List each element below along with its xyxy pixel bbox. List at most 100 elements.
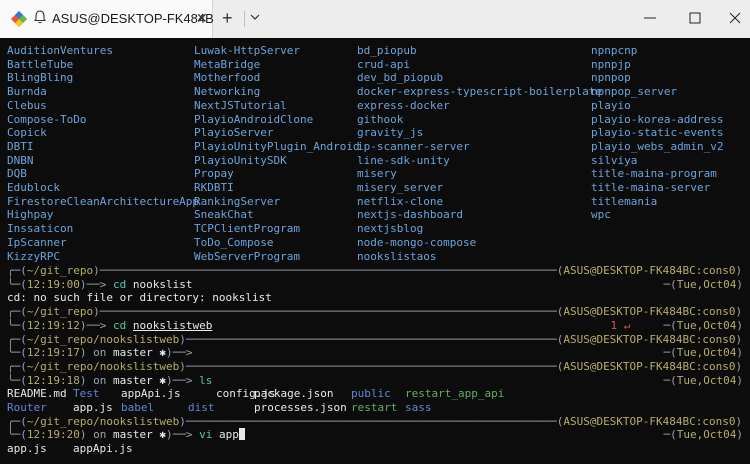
terminal-output[interactable]: AuditionVentures BattleTube BlingBling Burn… xyxy=(0,38,750,464)
prompt-path: ~/git_repo xyxy=(26,264,94,277)
dir-name: title-maina-server xyxy=(591,181,711,194)
dir-listing-entry: playio-korea-address xyxy=(591,113,723,126)
file-name: restart xyxy=(351,401,398,414)
dir-name: misery_server xyxy=(357,181,444,194)
prompt-frame: ╭─( xyxy=(7,359,27,373)
prompt-frame: ────────────────────────────────────────… xyxy=(99,305,557,319)
dir-listing-entry: ToDo_Compose xyxy=(194,236,273,249)
dir-name: Burnda xyxy=(7,85,47,99)
command-space xyxy=(212,428,219,441)
prompt-frame: ╰─( xyxy=(7,373,27,387)
ls-entry: dist xyxy=(188,401,215,414)
dir-name: Motherfood xyxy=(194,71,261,85)
prompt-frame: ╰─( xyxy=(7,277,27,291)
dir-listing-entry: AuditionVentures xyxy=(7,44,113,57)
prompt-host: ASUS@DESKTOP-FK484BC:cons0 xyxy=(563,332,736,346)
dir-listing-entry: playio xyxy=(591,99,631,112)
dir-listing-entry: Propay xyxy=(194,167,234,180)
error-message: cd: no such file or directory: nookslist xyxy=(7,291,272,305)
dir-listing-entry: PlayioServer xyxy=(194,126,273,139)
prompt-command-line: ╰─(12:19:17) on master ✱)──> xyxy=(7,346,199,359)
command-arg: app xyxy=(218,428,239,442)
dir-name: PlayioUnityPlugin_Android xyxy=(194,139,360,153)
terminal-tab[interactable]: ASUS@DESKTOP-FK484B ✕ xyxy=(0,0,214,38)
file-name: appApi.js xyxy=(121,387,181,401)
dir-listing-entry: nookslistaos xyxy=(357,250,436,263)
completion-name: appApi.js xyxy=(73,442,133,456)
dir-name: wpc xyxy=(591,208,611,222)
dir-name: node-mongo-compose xyxy=(357,235,477,249)
file-name: Test xyxy=(73,387,100,401)
prompt-path: ~/git_repo/nookslistweb xyxy=(26,332,180,346)
dir-name: NextJSTutorial xyxy=(194,98,287,112)
prompt-frame: ) xyxy=(735,414,743,428)
git-bash-icon xyxy=(11,11,27,27)
ls-entry: app.js xyxy=(73,401,113,414)
dir-name: SneakChat xyxy=(194,208,254,222)
dir-listing-entry: netflix-clone xyxy=(357,195,443,208)
dir-listing-entry: BlingBling xyxy=(7,71,73,84)
dir-listing-entry: DQB xyxy=(7,167,27,180)
prompt-frame: ╭─( xyxy=(7,414,27,428)
minimize-icon[interactable] xyxy=(638,6,662,30)
dir-listing-entry: WebServerProgram xyxy=(194,250,300,263)
dir-listing-entry: ip-scanner-server xyxy=(357,140,470,153)
dir-listing-entry: titlemania xyxy=(591,195,657,208)
prompt-host: ASUS@DESKTOP-FK484BC:cons0 xyxy=(563,264,736,277)
dir-listing-entry: SneakChat xyxy=(194,208,254,221)
dir-name: crud-api xyxy=(357,57,410,71)
prompt-time: 12:19:00 xyxy=(26,277,80,291)
dir-name: docker-express-typescript-boilerplate xyxy=(357,85,603,99)
text-cursor xyxy=(238,428,245,441)
prompt-frame: ) xyxy=(165,346,173,360)
prompt-date: Tue,Oct04 xyxy=(676,373,737,387)
dir-listing-entry: RKDBTI xyxy=(194,181,234,194)
dir-listing-entry: Networking xyxy=(194,85,260,98)
dir-listing-entry: PlayioUnityPlugin_Android xyxy=(194,140,360,153)
dir-name: PlayioAndroidClone xyxy=(194,112,314,126)
dir-name: DQB xyxy=(7,167,27,181)
file-name: restart_app_api xyxy=(405,387,505,401)
dir-listing-entry: misery_server xyxy=(357,181,443,194)
dir-listing-entry: node-mongo-compose xyxy=(357,236,476,249)
prompt-frame: ─( xyxy=(663,346,677,360)
prompt-frame: ╭─( xyxy=(7,305,27,319)
dir-name: PlayioUnitySDK xyxy=(194,153,287,167)
command-name: vi xyxy=(199,428,213,442)
prompt-date-line: 1 ↵ ─(Tue,Oct04) xyxy=(611,319,743,332)
close-tab-icon[interactable]: ✕ xyxy=(196,10,208,27)
dir-listing-entry: MetaBridge xyxy=(194,58,260,71)
new-tab-button[interactable]: + xyxy=(222,8,233,29)
dir-name: KizzyRPC xyxy=(7,249,60,263)
dir-name: Networking xyxy=(194,85,261,99)
prompt-arrow: ──> xyxy=(172,373,200,387)
dir-listing-entry: Luwak-HttpServer xyxy=(194,44,300,57)
prompt-frame: ╭─( xyxy=(7,332,27,346)
dir-listing-entry: docker-express-typescript-boilerplate xyxy=(357,85,602,98)
dir-name: Edublock xyxy=(7,181,60,194)
maximize-icon[interactable] xyxy=(683,6,707,30)
prompt-command-line: ╰─(12:19:00)──> cd nookslist xyxy=(7,278,192,291)
dir-name: FirestoreCleanArchitectureApp xyxy=(7,194,200,208)
dir-name: RKDBTI xyxy=(194,181,234,194)
command-name: cd xyxy=(112,277,127,291)
prompt-frame: ) xyxy=(735,359,743,373)
chevron-down-icon[interactable] xyxy=(250,12,260,22)
prompt-frame: ) xyxy=(179,359,186,373)
dir-name: BlingBling xyxy=(7,71,74,85)
git-branch: master ✱ xyxy=(112,346,166,360)
dir-name: Clebus xyxy=(7,98,47,112)
dir-listing-entry: Clebus xyxy=(7,99,47,112)
dir-listing-entry: dev_bd_piopub xyxy=(357,71,443,84)
dir-name: nextjsblog xyxy=(357,222,424,236)
dir-listing-entry: Motherfood xyxy=(194,71,260,84)
close-window-icon[interactable] xyxy=(723,6,747,30)
prompt-frame: ─( xyxy=(663,318,677,332)
prompt-frame: ─( xyxy=(663,373,677,387)
dir-listing-entry: playio_webs_admin_v2 xyxy=(591,140,723,153)
prompt-time: 12:19:18 xyxy=(26,373,80,387)
dir-listing-entry: Burnda xyxy=(7,85,47,98)
dir-name: githook xyxy=(357,112,404,126)
file-name: sass xyxy=(405,401,432,414)
prompt-path: ~/git_repo/nookslistweb xyxy=(26,414,180,428)
